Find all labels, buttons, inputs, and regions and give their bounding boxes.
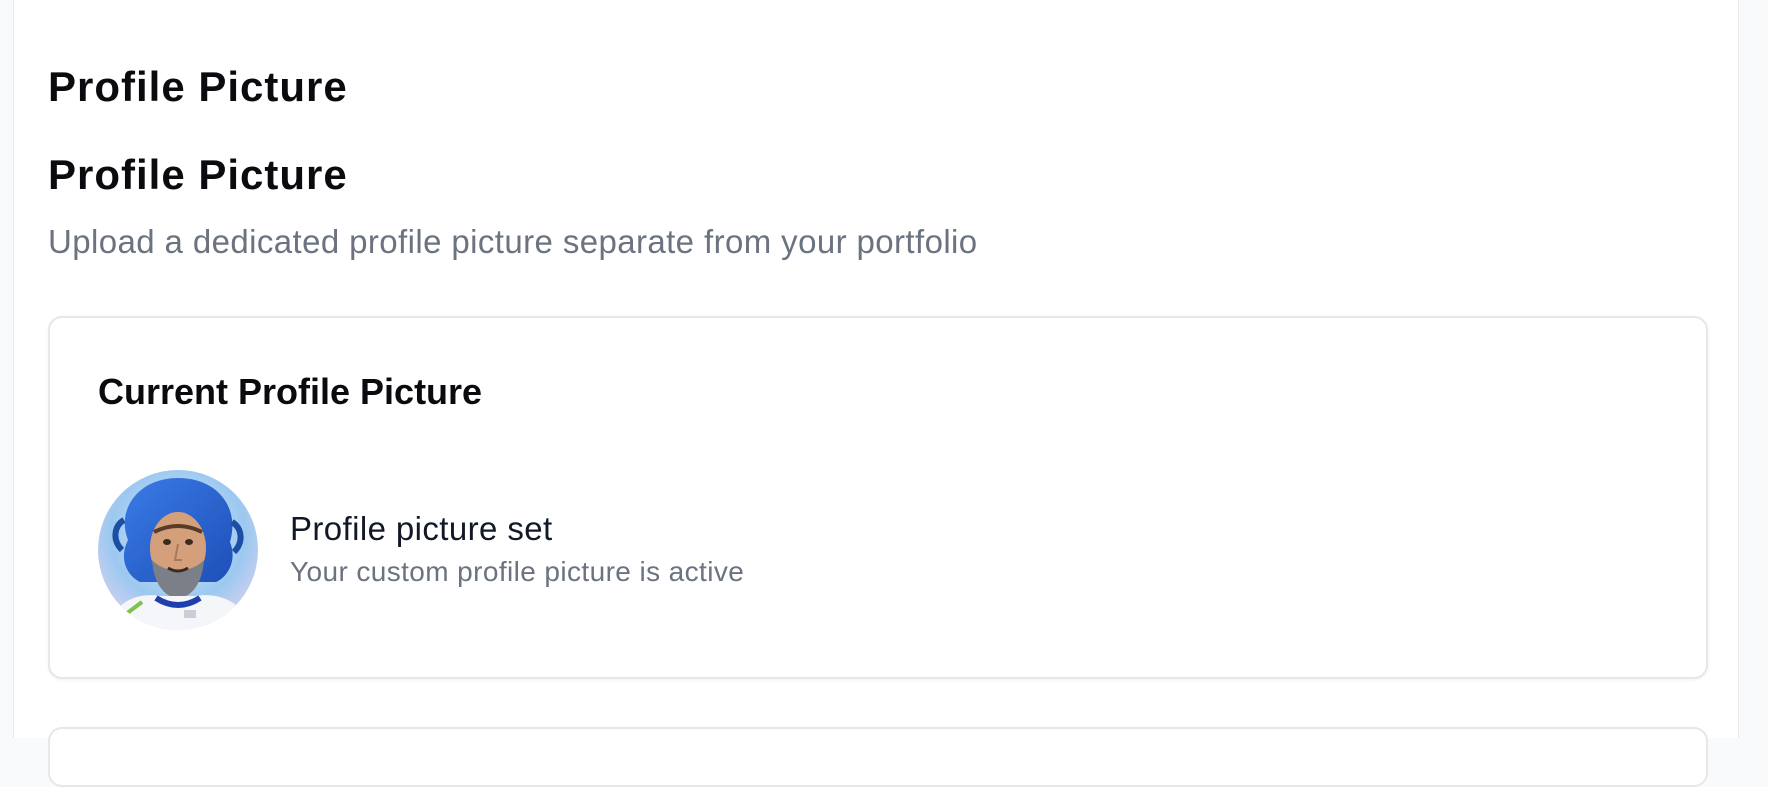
status-title: Profile picture set <box>290 510 553 547</box>
upload-card <box>48 727 1708 787</box>
section-title: Profile Picture <box>48 151 348 198</box>
section-description: Upload a dedicated profile picture separ… <box>48 223 978 260</box>
astronaut-portrait-icon <box>98 470 258 630</box>
avatar <box>98 470 258 630</box>
settings-panel: Profile Picture Profile Picture Upload a… <box>13 0 1739 787</box>
current-profile-picture-card: Current Profile Picture Profile picture … <box>48 316 1708 679</box>
card-title: Current Profile Picture <box>98 371 483 412</box>
page-title: Profile Picture <box>48 63 348 110</box>
status-subtitle: Your custom profile picture is active <box>290 556 745 587</box>
